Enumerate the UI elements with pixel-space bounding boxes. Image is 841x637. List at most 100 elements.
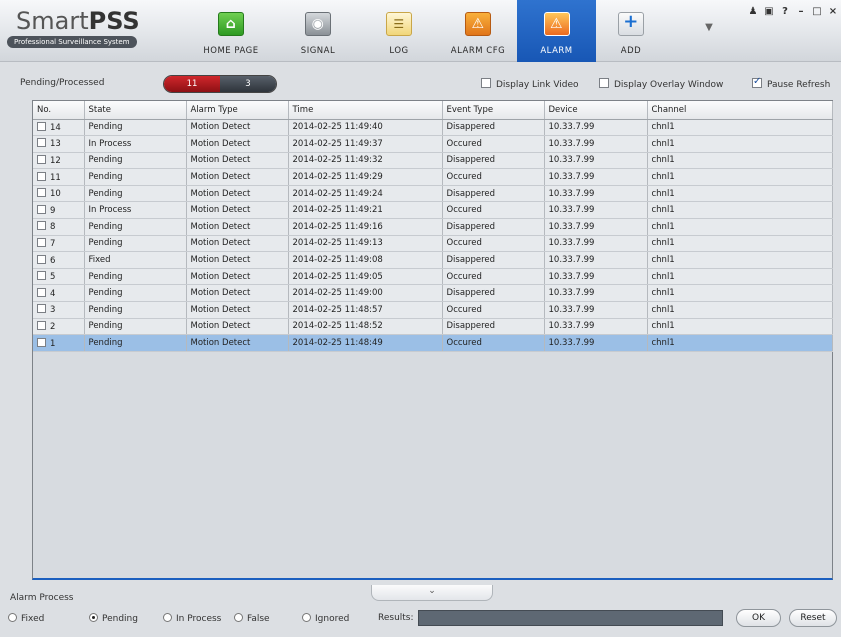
cell-event-type: Occured (442, 201, 545, 220)
radio-pending-button[interactable] (89, 613, 98, 622)
column-header-no[interactable]: No. (33, 101, 85, 120)
close-icon[interactable]: × (825, 4, 841, 20)
cell-time: 2014-02-25 11:48:57 (288, 301, 443, 319)
pause-refresh-checkbox[interactable] (752, 76, 762, 88)
radio-pending-label: Pending (102, 614, 138, 624)
cell-device: 10.33.7.99 (544, 185, 648, 203)
user-icon[interactable]: ♟ (745, 4, 761, 20)
table-row[interactable]: 12 Pending Motion Detect 2014-02-25 11:49:3… (33, 152, 833, 170)
row-checkbox[interactable] (37, 304, 46, 314)
table-row[interactable]: 13 In Process Motion Detect 2014-02-25 11:4… (33, 135, 833, 153)
nav-label: ADD (620, 46, 642, 56)
row-checkbox[interactable] (37, 337, 46, 347)
maximize-icon[interactable]: □ (809, 4, 825, 20)
logo-title: SmartPSS (16, 7, 140, 35)
minimize-icon[interactable]: – (793, 4, 809, 20)
radio-fixed-button[interactable] (8, 613, 17, 622)
alarm-cfg-icon: ⚠ (465, 12, 491, 36)
row-checkbox[interactable] (37, 320, 46, 330)
nav-log[interactable]: ☰ LOG (359, 0, 439, 62)
radio-in-process-button[interactable] (163, 613, 172, 622)
row-number: 6 (50, 255, 56, 266)
radio-pending[interactable]: Pending (89, 613, 138, 624)
nav-more-dropdown-icon[interactable]: ▼ (702, 18, 716, 38)
collapse-panel-tab[interactable]: ⌄ (371, 585, 493, 601)
pending-processed-toggle[interactable]: 11 3 (163, 75, 277, 93)
lock-icon[interactable]: ▣ (761, 4, 777, 20)
table-row[interactable]: 4 Pending Motion Detect 2014-02-25 11:49:00… (33, 284, 833, 303)
cell-alarm-type: Motion Detect (186, 135, 289, 153)
column-header-state[interactable]: State (84, 101, 187, 120)
nav-signal[interactable]: ◉ SIGNAL (277, 0, 359, 62)
display-overlay-window-checkbox[interactable] (599, 78, 609, 88)
row-number: 9 (50, 205, 56, 216)
table-row[interactable]: 9 In Process Motion Detect 2014-02-25 11:49… (33, 201, 833, 220)
cell-channel: chnl1 (647, 168, 833, 186)
processed-count[interactable]: 3 (220, 76, 276, 92)
ok-button[interactable]: OK (736, 609, 781, 627)
row-checkbox[interactable] (37, 188, 46, 198)
column-header-event-type[interactable]: Event Type (442, 101, 545, 120)
cell-event-type: Occured (442, 268, 545, 286)
cell-time: 2014-02-25 11:49:13 (288, 235, 443, 253)
cell-alarm-type: Motion Detect (186, 119, 289, 137)
nav-alarm-cfg[interactable]: ⚠ ALARM CFG (439, 0, 517, 62)
top-navigation-bar: SmartPSS Professional Surveillance Syste… (0, 0, 841, 62)
row-checkbox[interactable] (37, 287, 46, 297)
cell-no: 9 (33, 201, 85, 220)
row-checkbox[interactable] (37, 204, 46, 214)
home-icon: ⌂ (218, 12, 244, 36)
cell-event-type: Occured (442, 334, 545, 352)
row-checkbox[interactable] (37, 121, 46, 131)
signal-icon: ◉ (305, 12, 331, 36)
row-checkbox[interactable] (37, 171, 46, 181)
radio-ignored-button[interactable] (302, 613, 311, 622)
row-checkbox[interactable] (37, 237, 46, 247)
table-row[interactable]: 8 Pending Motion Detect 2014-02-25 11:49:16… (33, 218, 833, 236)
row-checkbox[interactable] (37, 138, 46, 148)
display-link-video-checkbox[interactable] (481, 78, 491, 88)
table-row[interactable]: 7 Pending Motion Detect 2014-02-25 11:49:13… (33, 235, 833, 253)
radio-ignored[interactable]: Ignored (302, 613, 349, 624)
table-row[interactable]: 3 Pending Motion Detect 2014-02-25 11:48:57… (33, 301, 833, 319)
cell-alarm-type: Motion Detect (186, 251, 289, 269)
table-row[interactable]: 6 Fixed Motion Detect 2014-02-25 11:49:08 Di… (33, 251, 833, 269)
radio-in-process[interactable]: In Process (163, 613, 221, 624)
radio-false[interactable]: False (234, 613, 270, 624)
table-row[interactable]: 11 Pending Motion Detect 2014-02-25 11:49:2… (33, 168, 833, 186)
pending-count[interactable]: 11 (164, 76, 220, 92)
row-checkbox[interactable] (37, 154, 46, 164)
column-header-alarm-type[interactable]: Alarm Type (186, 101, 289, 120)
table-row[interactable]: 2 Pending Motion Detect 2014-02-25 11:48:52… (33, 318, 833, 336)
radio-fixed[interactable]: Fixed (8, 613, 44, 624)
table-row[interactable]: 10 Pending Motion Detect 2014-02-25 11:49:2… (33, 185, 833, 203)
table-header-row: No. State Alarm Type Time Event Type Dev… (33, 101, 833, 120)
cell-alarm-type: Motion Detect (186, 318, 289, 336)
row-checkbox[interactable] (37, 221, 46, 231)
radio-false-button[interactable] (234, 613, 243, 622)
cell-no: 7 (33, 235, 85, 253)
display-overlay-window-option[interactable]: Display Overlay Window (599, 78, 723, 90)
nav-alarm[interactable]: ⚠ ALARM (517, 0, 596, 62)
column-header-time[interactable]: Time (288, 101, 443, 120)
table-row[interactable]: 5 Pending Motion Detect 2014-02-25 11:49:05… (33, 268, 833, 286)
display-link-video-label: Display Link Video (496, 80, 579, 90)
row-checkbox[interactable] (37, 254, 46, 264)
row-checkbox[interactable] (37, 271, 46, 281)
column-header-device[interactable]: Device (544, 101, 648, 120)
table-row[interactable]: 1 Pending Motion Detect 2014-02-25 11:48:49… (33, 334, 833, 352)
column-header-channel[interactable]: Channel (647, 101, 833, 120)
table-row[interactable]: 14 Pending Motion Detect 2014-02-25 11:49:4… (33, 119, 833, 137)
nav-home-page[interactable]: ⌂ HOME PAGE (185, 0, 277, 62)
cell-channel: chnl1 (647, 301, 833, 319)
results-input[interactable] (418, 610, 723, 626)
help-icon[interactable]: ? (777, 4, 793, 20)
pause-refresh-option[interactable]: Pause Refresh (752, 76, 830, 90)
app-logo: SmartPSS Professional Surveillance Syste… (6, 8, 174, 48)
display-link-video-option[interactable]: Display Link Video (481, 78, 579, 90)
logo-subtitle: Professional Surveillance System (7, 36, 137, 48)
row-number: 7 (50, 238, 56, 249)
nav-add[interactable]: + ADD (596, 0, 666, 62)
cell-state: Pending (84, 119, 187, 137)
reset-button[interactable]: Reset (789, 609, 837, 627)
